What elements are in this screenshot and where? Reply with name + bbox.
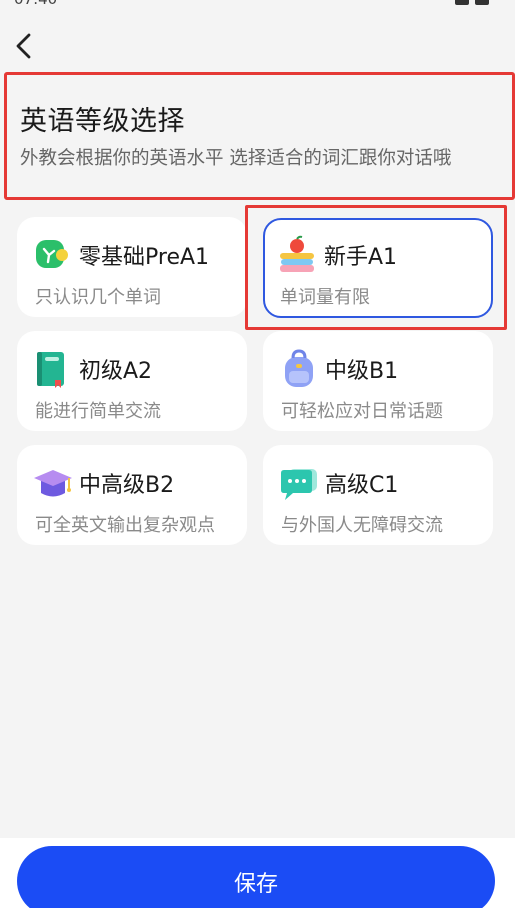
level-card-a1[interactable]: 新手A1 单词量有限 (263, 218, 493, 318)
backpack-icon (279, 349, 319, 389)
chevron-left-icon (16, 33, 31, 59)
status-time: 07:40 (14, 0, 57, 8)
level-title: 中级B1 (325, 359, 399, 384)
level-desc: 只认识几个单词 (35, 287, 161, 308)
graduation-cap-icon (33, 463, 73, 503)
page-title: 英语等级选择 (20, 106, 185, 137)
level-card-prea1[interactable]: 零基础PreA1 只认识几个单词 (17, 217, 247, 317)
status-icons (455, 0, 489, 5)
level-desc: 能进行简单交流 (35, 401, 161, 422)
book-icon (33, 349, 73, 389)
books-apple-icon (278, 235, 318, 275)
level-title: 新手A1 (324, 245, 398, 270)
level-desc: 可全英文输出复杂观点 (35, 515, 215, 536)
save-button[interactable]: 保存 (17, 846, 495, 908)
level-card-c1[interactable]: 高级C1 与外国人无障碍交流 (263, 445, 493, 545)
back-button[interactable] (8, 30, 40, 62)
page-subtitle: 外教会根据你的英语水平 选择适合的词汇跟你对话哦 (20, 148, 452, 169)
level-card-a2[interactable]: 初级A2 能进行简单交流 (17, 331, 247, 431)
battery-icon (475, 0, 489, 5)
level-desc: 单词量有限 (280, 287, 370, 308)
sprout-icon (33, 235, 73, 275)
level-card-b1[interactable]: 中级B1 可轻松应对日常话题 (263, 331, 493, 431)
level-desc: 可轻松应对日常话题 (281, 401, 443, 422)
level-title: 高级C1 (325, 473, 399, 498)
level-title: 初级A2 (79, 359, 153, 384)
level-title: 零基础PreA1 (79, 245, 210, 270)
chat-bubble-icon (279, 463, 319, 503)
level-title: 中高级B2 (79, 473, 175, 498)
level-card-b2[interactable]: 中高级B2 可全英文输出复杂观点 (17, 445, 247, 545)
status-bar: 07:40 (0, 0, 515, 12)
header-section: 英语等级选择 外教会根据你的英语水平 选择适合的词汇跟你对话哦 (4, 72, 515, 200)
signal-icon (455, 0, 469, 5)
level-desc: 与外国人无障碍交流 (281, 515, 443, 536)
